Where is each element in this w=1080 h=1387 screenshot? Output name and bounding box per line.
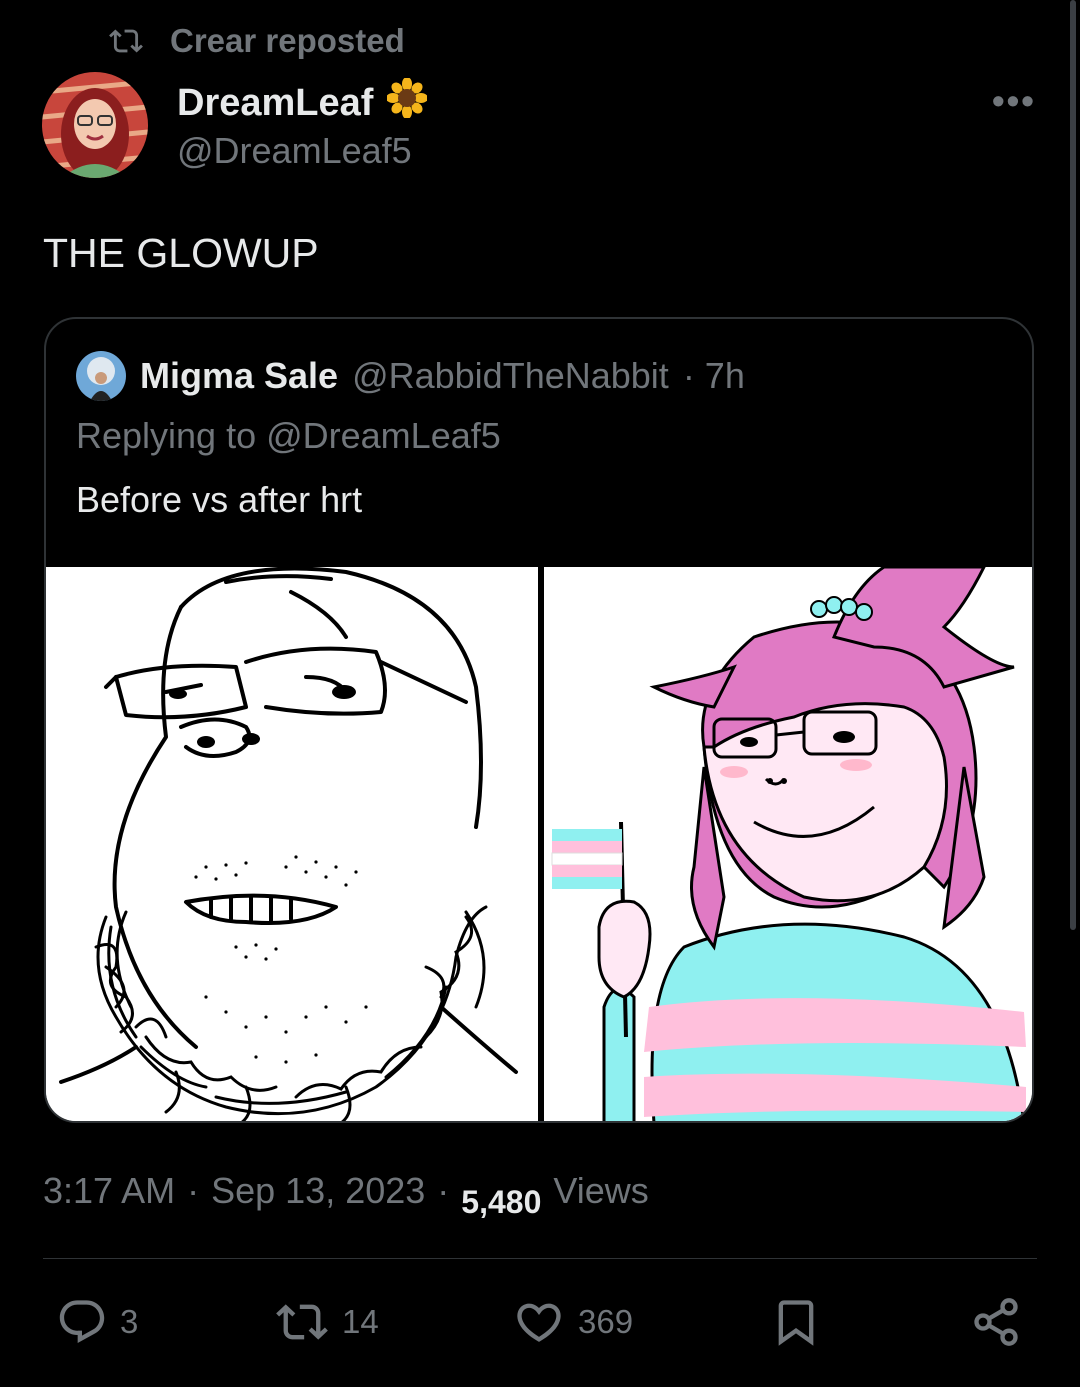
author-handle[interactable]: @DreamLeaf5	[177, 130, 412, 172]
author-name[interactable]: DreamLeaf	[177, 77, 429, 128]
quote-text: Before vs after hrt	[76, 479, 363, 520]
repost-icon	[109, 29, 143, 53]
views-count: 5,480	[461, 1184, 542, 1220]
like-count: 369	[578, 1303, 634, 1340]
tweet-date[interactable]: Sep 13, 2023	[211, 1170, 425, 1212]
divider	[43, 1258, 1037, 1259]
quote-image-after[interactable]	[544, 565, 1032, 1121]
quote-time: · 7h	[682, 355, 745, 396]
repost-icon	[276, 1304, 328, 1340]
more-options-icon[interactable]: •••	[992, 80, 1036, 122]
bookmark-icon	[778, 1300, 814, 1346]
meta-separator: ·	[187, 1170, 200, 1211]
meta-separator: ·	[437, 1170, 450, 1211]
like-button[interactable]: 369	[512, 1296, 633, 1348]
quote-avatar[interactable]	[76, 351, 126, 401]
share-button[interactable]	[970, 1296, 1022, 1348]
bookmark-button[interactable]	[770, 1296, 822, 1348]
quote-image-before[interactable]	[46, 566, 538, 1121]
heart-icon	[517, 1303, 561, 1342]
tweet-text: THE GLOWUP	[43, 230, 319, 276]
repost-button[interactable]: 14	[274, 1296, 379, 1348]
quote-author-name[interactable]: Migma Sale	[140, 355, 338, 397]
quote-header: Migma Sale @RabbidTheNabbit · 7h	[76, 351, 745, 401]
author-avatar[interactable]	[42, 72, 148, 178]
repost-count: 14	[342, 1303, 379, 1340]
repost-indicator: Crear reposted	[104, 22, 405, 60]
tweet-time[interactable]: 3:17 AM	[43, 1170, 175, 1212]
author-name-text: DreamLeaf	[177, 81, 374, 124]
quote-replying-to: Replying to @DreamLeaf5	[76, 415, 501, 456]
reply-button[interactable]: 3	[56, 1296, 138, 1348]
views-label: Views	[553, 1170, 649, 1211]
quote-author-handle[interactable]: @RabbidTheNabbit	[352, 355, 669, 397]
tweet-meta: 3:17 AM · Sep 13, 2023 · 5,480 Views	[43, 1170, 649, 1220]
scrollbar[interactable]	[1070, 0, 1076, 930]
sunflower-icon	[386, 77, 429, 128]
share-icon	[974, 1298, 1018, 1346]
reply-icon	[59, 1300, 105, 1344]
reply-count: 3	[120, 1303, 139, 1340]
repost-label: Crear reposted	[170, 22, 405, 59]
quoted-tweet[interactable]: Migma Sale @RabbidTheNabbit · 7h Replyin…	[44, 317, 1034, 1123]
